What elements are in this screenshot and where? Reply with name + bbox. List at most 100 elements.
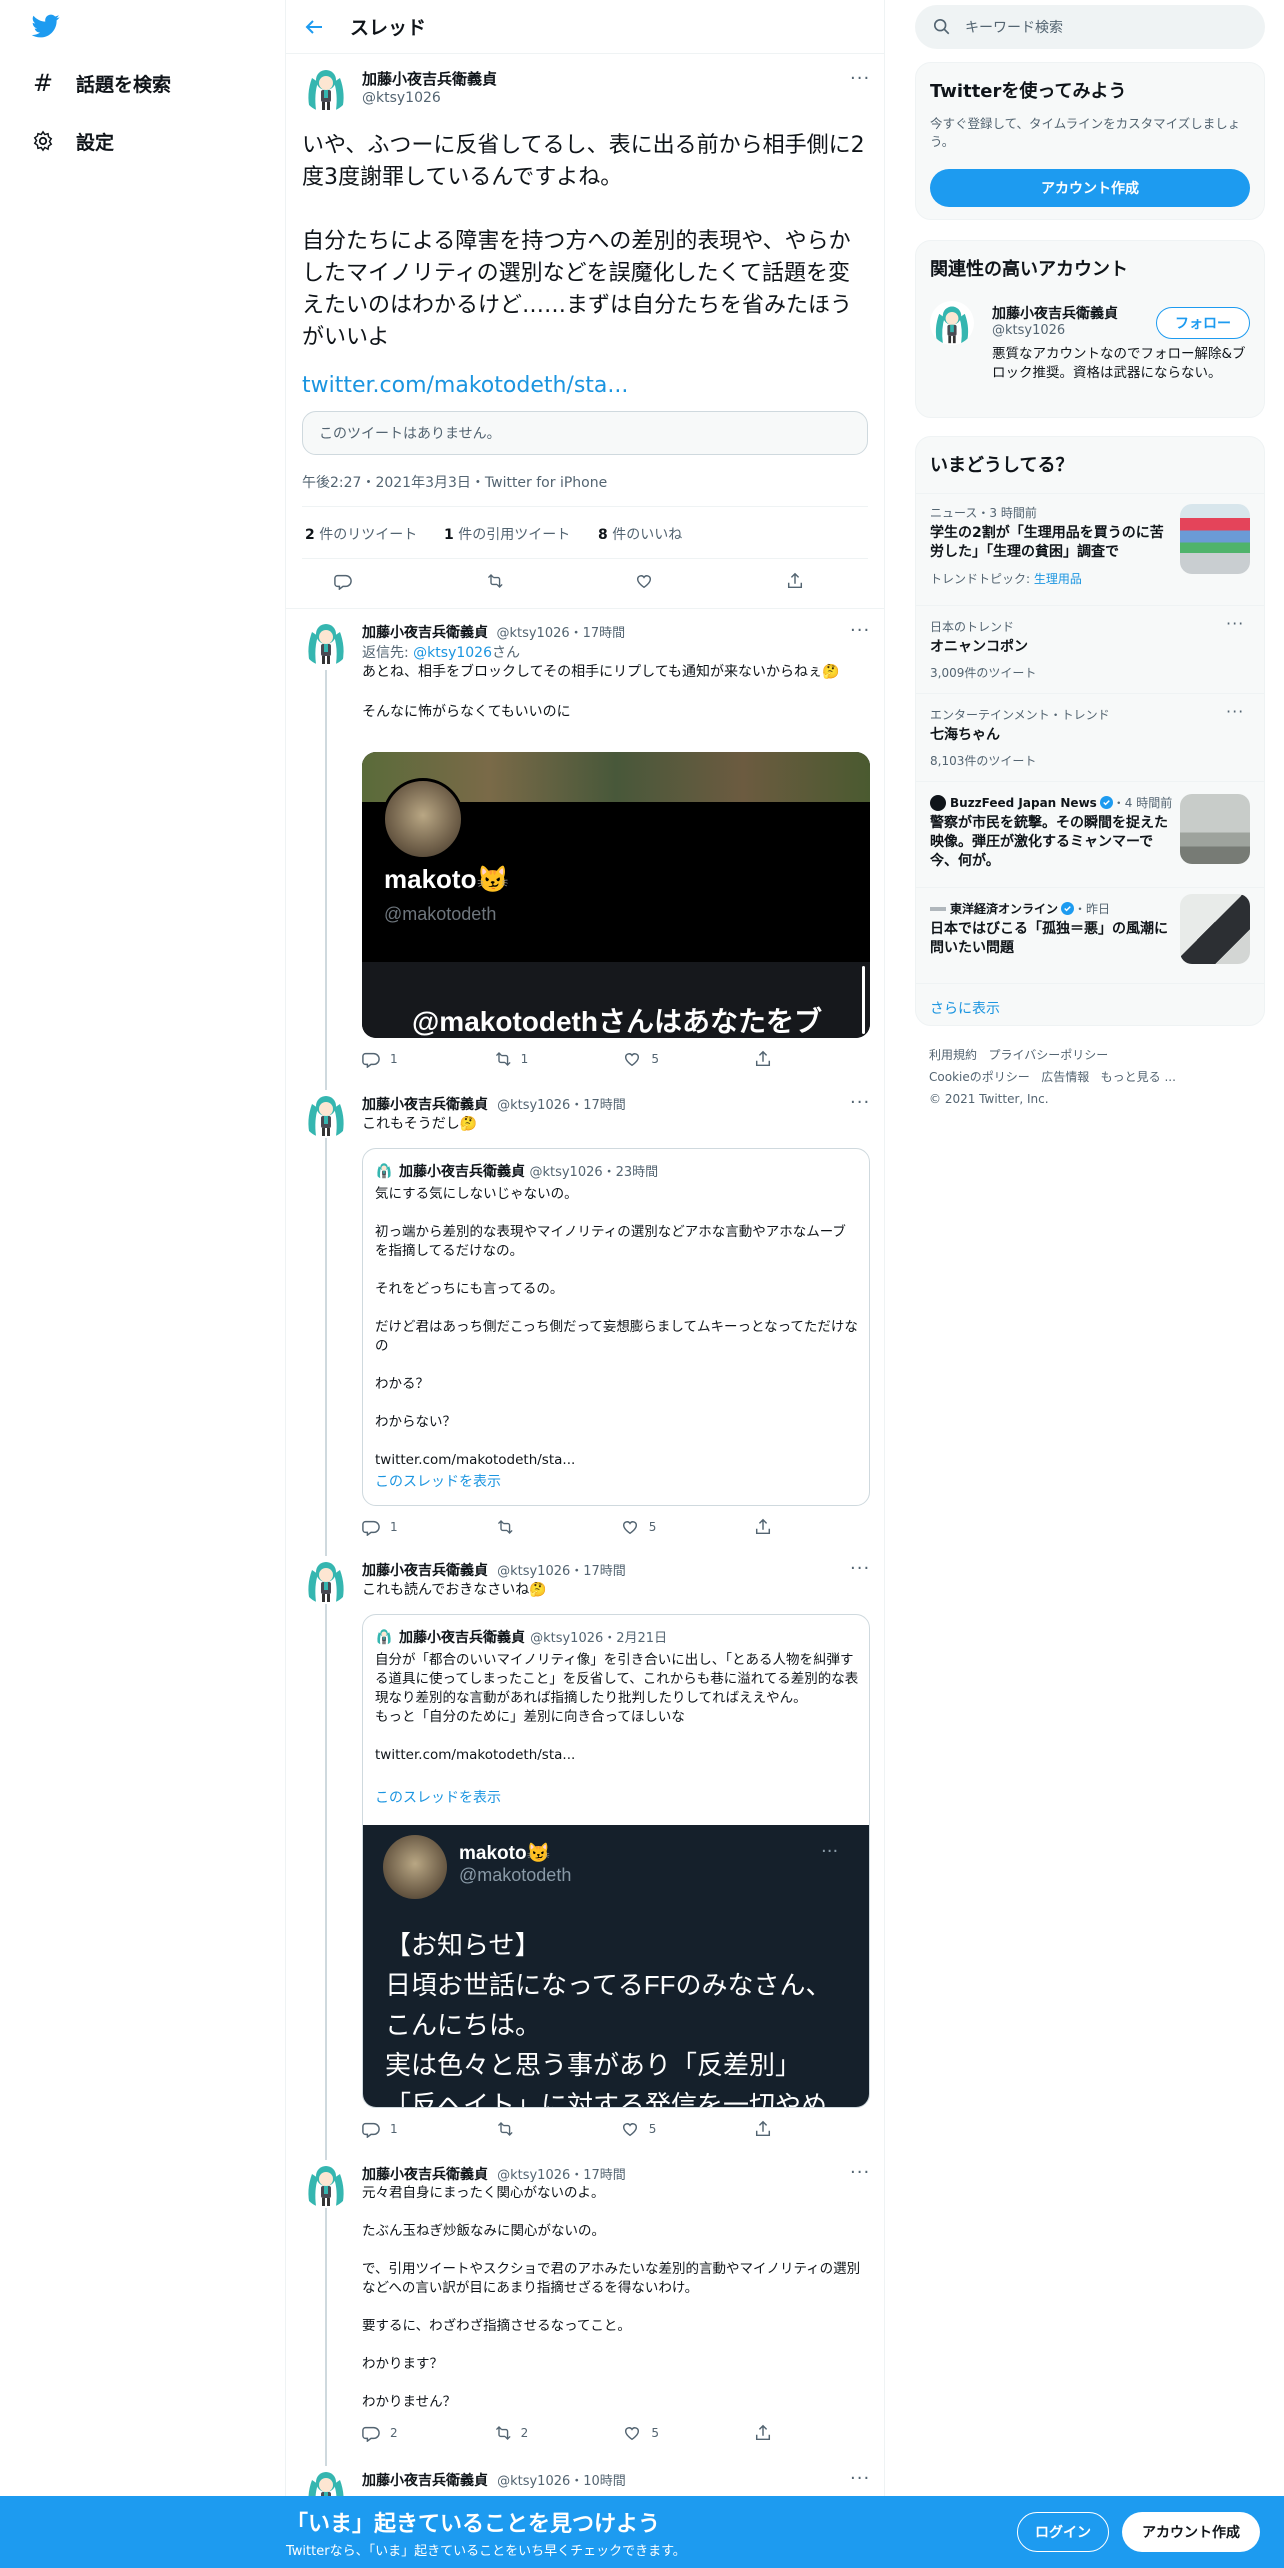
back-arrow-icon[interactable] bbox=[304, 15, 328, 39]
trend-item[interactable]: エンターテインメント・トレンド 七海ちゃん 8,103件のツイート ··· bbox=[916, 693, 1264, 781]
reply-handle[interactable]: @ktsy1026・17時間 bbox=[497, 1564, 626, 1579]
reply-icon[interactable]: 1 bbox=[362, 1518, 398, 1536]
avatar[interactable] bbox=[302, 2160, 350, 2208]
quote-avatar bbox=[375, 1161, 393, 1179]
reply-count: 2 bbox=[390, 2426, 398, 2440]
trend-item[interactable]: 日本のトレンド オニャンコポン 3,009件のツイート ··· bbox=[916, 605, 1264, 693]
footer-more-link[interactable]: もっと見る ... bbox=[1101, 1070, 1176, 1084]
quote-tweet[interactable]: 加藤小夜吉兵衛義貞 @ktsy1026・2月21日 自分が「都合のいいマイノリテ… bbox=[362, 1614, 870, 2108]
more-options-icon[interactable]: ··· bbox=[850, 1092, 870, 1113]
main-tweet-avatar[interactable] bbox=[302, 64, 350, 112]
more-options-icon[interactable]: ··· bbox=[1226, 614, 1244, 633]
like-icon[interactable]: 5 bbox=[623, 1050, 659, 1068]
retweet-count[interactable]: 2 件のリツイート bbox=[305, 524, 417, 544]
follow-button[interactable]: フォロー bbox=[1156, 307, 1250, 339]
more-options-icon[interactable]: ··· bbox=[850, 68, 870, 89]
footer-privacy-link[interactable]: プライバシーポリシー bbox=[988, 1048, 1108, 1062]
trend-topic-link[interactable]: 生理用品 bbox=[1034, 572, 1082, 586]
retweet-icon[interactable] bbox=[495, 2120, 523, 2138]
reply-to-handle[interactable]: @ktsy1026 bbox=[413, 645, 492, 661]
related-accounts-card: 関連性の高いアカウント 加藤小夜吉兵衛義貞 @ktsy1026 フォロー 悪質な… bbox=[915, 240, 1265, 418]
trend-count: 3,009件のツイート bbox=[930, 666, 1037, 680]
like-icon[interactable]: 5 bbox=[623, 2424, 659, 2442]
main-column: スレッド 加藤小夜吉兵衛義貞 @ktsy1026 ··· いや、ふつーに反省して… bbox=[285, 0, 885, 2568]
nav-explore-label: 話題を検索 bbox=[76, 73, 172, 96]
retweet-icon[interactable] bbox=[495, 1518, 523, 1536]
reply-icon[interactable] bbox=[334, 572, 362, 590]
more-options-icon[interactable]: ··· bbox=[850, 2468, 870, 2489]
more-options-icon[interactable]: ··· bbox=[850, 620, 870, 641]
like-count[interactable]: 8 件のいいね bbox=[598, 524, 682, 544]
quote-count[interactable]: 1 件の引用ツイート bbox=[444, 524, 570, 544]
reply-1-media[interactable]: makoto😼 @makotodeth @makotodethさんはあなたをブ bbox=[362, 752, 870, 1038]
search-input[interactable]: キーワード検索 bbox=[965, 17, 1063, 37]
like-icon[interactable]: 5 bbox=[621, 2120, 656, 2138]
like-count-label: 件のいいね bbox=[607, 527, 683, 543]
avatar[interactable] bbox=[302, 1556, 350, 1604]
reply-handle[interactable]: @ktsy1026・10時間 bbox=[497, 2474, 626, 2489]
avatar[interactable] bbox=[302, 1090, 350, 1138]
reply-icon[interactable]: 1 bbox=[362, 2120, 398, 2138]
show-thread-link[interactable]: このスレッドを表示 bbox=[375, 1471, 501, 1491]
page-title: スレッド bbox=[350, 17, 427, 39]
like-icon[interactable] bbox=[635, 572, 663, 590]
reply-name[interactable]: 加藤小夜吉兵衛義貞 bbox=[362, 2473, 488, 2489]
reply-handle[interactable]: @ktsy1026・17時間 bbox=[497, 1098, 626, 1113]
reply-icon[interactable]: 1 bbox=[362, 1050, 398, 1068]
tweet-timestamp[interactable]: 午後2:27・2021年3月3日・Twitter for iPhone bbox=[302, 472, 607, 492]
create-account-button[interactable]: アカウント作成 bbox=[930, 169, 1250, 207]
trend-item[interactable]: ニュース・3 時間前 学生の2割が「生理用品を買うのに苦労した」「生理の貧困」調… bbox=[916, 493, 1264, 605]
trend-item[interactable]: 東洋経済オンライン ・昨日 日本ではびこる「孤独＝悪」の風潮に問いたい問題 bbox=[916, 887, 1264, 983]
signup-card: Twitterを使ってみよう 今すぐ登録して、タイムラインをカスタマイズしましょ… bbox=[915, 62, 1265, 220]
quote-tweet[interactable]: 加藤小夜吉兵衛義貞 @ktsy1026・23時間 気にする気にしないじゃないの。… bbox=[362, 1148, 870, 1506]
reply-name[interactable]: 加藤小夜吉兵衛義貞 bbox=[362, 625, 488, 641]
footer-terms-link[interactable]: 利用規約 bbox=[929, 1048, 977, 1062]
trend-thumbnail-image bbox=[1180, 894, 1250, 964]
main-tweet-name[interactable]: 加藤小夜吉兵衛義貞 bbox=[362, 68, 497, 89]
reply-name[interactable]: 加藤小夜吉兵衛義貞 bbox=[362, 1097, 488, 1113]
retweet-count: 1 bbox=[520, 1052, 529, 1066]
share-icon[interactable] bbox=[754, 1050, 782, 1068]
related-handle[interactable]: @ktsy1026 bbox=[992, 323, 1065, 338]
main-tweet-link[interactable]: twitter.com/makotodeth/sta... bbox=[302, 370, 872, 402]
share-icon[interactable] bbox=[786, 572, 814, 590]
search-box[interactable]: キーワード検索 bbox=[915, 5, 1265, 49]
share-icon[interactable] bbox=[754, 2424, 782, 2442]
retweet-icon[interactable] bbox=[485, 572, 513, 590]
nav-explore[interactable]: # 話題を検索 bbox=[30, 63, 171, 103]
news-source: BuzzFeed Japan News ・4 時間前 bbox=[930, 794, 1172, 811]
bottom-bar-headline: 「いま」起きていることを見つけよう bbox=[286, 2512, 661, 2537]
main-tweet-handle[interactable]: @ktsy1026 bbox=[362, 90, 441, 106]
reply-handle[interactable]: @ktsy1026・17時間 bbox=[496, 626, 625, 641]
nav-settings[interactable]: 設定 bbox=[30, 121, 114, 161]
show-thread-link[interactable]: このスレッドを表示 bbox=[375, 1787, 501, 1807]
share-icon[interactable] bbox=[754, 2120, 782, 2138]
share-icon[interactable] bbox=[754, 1518, 782, 1536]
signup-button[interactable]: アカウント作成 bbox=[1122, 2512, 1260, 2552]
login-button[interactable]: ログイン bbox=[1017, 2512, 1109, 2552]
retweet-icon[interactable]: 1 bbox=[493, 1050, 529, 1068]
footer-cookie-link[interactable]: Cookieのポリシー bbox=[929, 1070, 1030, 1084]
show-more-link[interactable]: さらに表示 bbox=[930, 998, 1000, 1018]
reply-name[interactable]: 加藤小夜吉兵衛義貞 bbox=[362, 1563, 488, 1579]
trend-item[interactable]: BuzzFeed Japan News ・4 時間前 警察が市民を銃撃。その瞬間… bbox=[916, 781, 1264, 887]
show-more-row[interactable]: さらに表示 bbox=[916, 983, 1264, 1027]
reply-icon[interactable]: 2 bbox=[362, 2424, 398, 2442]
more-options-icon[interactable]: ··· bbox=[1226, 702, 1244, 721]
reply-handle[interactable]: @ktsy1026・17時間 bbox=[497, 2168, 626, 2183]
quote-count-label: 件の引用ツイート bbox=[453, 527, 571, 543]
divider bbox=[302, 558, 868, 559]
avatar[interactable] bbox=[302, 618, 350, 666]
more-options-icon[interactable]: ··· bbox=[850, 2162, 870, 2183]
avatar[interactable] bbox=[930, 301, 974, 345]
avatar[interactable] bbox=[302, 64, 350, 112]
like-icon[interactable]: 5 bbox=[621, 1518, 656, 1536]
footer-copyright: © 2021 Twitter, Inc. bbox=[929, 1092, 1049, 1106]
trends-title: いまどうしてる？ bbox=[930, 455, 1074, 476]
footer-ads-link[interactable]: 広告情報 bbox=[1041, 1070, 1089, 1084]
retweet-icon[interactable]: 2 bbox=[493, 2424, 528, 2442]
twitter-logo-icon[interactable] bbox=[30, 12, 64, 42]
reply-name[interactable]: 加藤小夜吉兵衛義貞 bbox=[362, 2167, 488, 2183]
related-name[interactable]: 加藤小夜吉兵衛義貞 bbox=[992, 303, 1118, 323]
more-options-icon[interactable]: ··· bbox=[850, 1558, 870, 1579]
